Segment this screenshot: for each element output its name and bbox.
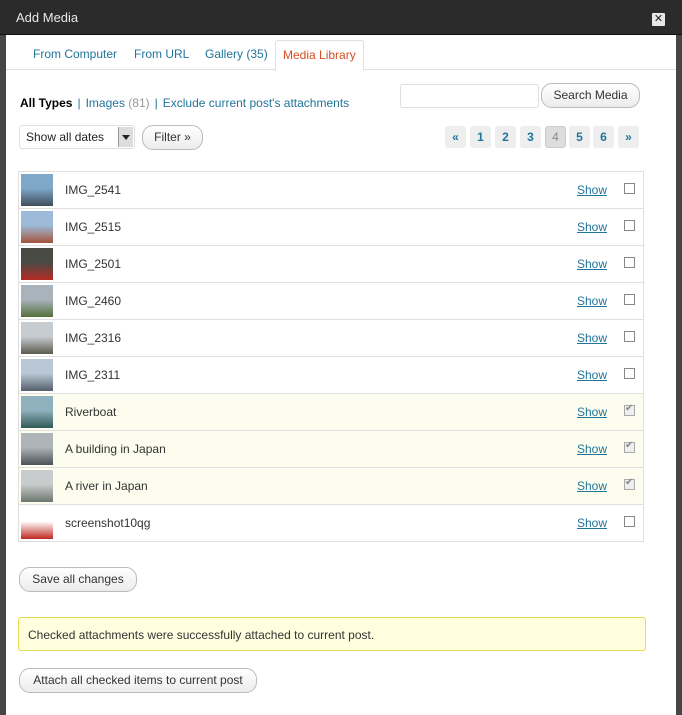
thumbnail-image[interactable]: [21, 470, 53, 502]
tab-from-url[interactable]: From URL: [127, 40, 196, 68]
media-title: IMG_2311: [65, 368, 121, 382]
media-row: Riverboat Show: [19, 394, 643, 431]
thumbnail-image[interactable]: [21, 507, 53, 539]
notice-text: Checked attachments were successfully at…: [28, 628, 375, 642]
attach-checkbox[interactable]: [624, 331, 635, 342]
tab-gallery[interactable]: Gallery (35): [198, 40, 275, 68]
tab-from-computer[interactable]: From Computer: [26, 40, 124, 68]
media-row: IMG_2515 Show: [19, 209, 643, 246]
media-title: IMG_2515: [65, 220, 122, 234]
page-6[interactable]: 6: [593, 126, 614, 148]
media-row: IMG_2501 Show: [19, 246, 643, 283]
dialog-title: Add Media: [16, 10, 79, 25]
media-title: A building in Japan: [65, 442, 166, 456]
filter-button[interactable]: Filter »: [142, 125, 203, 150]
attach-checkbox[interactable]: [624, 477, 635, 490]
attach-checkbox[interactable]: [624, 294, 635, 305]
attach-checkbox[interactable]: [624, 403, 635, 416]
media-row: screenshot10qg Show: [19, 505, 643, 542]
search-input[interactable]: [400, 84, 539, 108]
show-link[interactable]: Show: [577, 331, 607, 345]
media-row: A river in Japan Show: [19, 468, 643, 505]
success-notice: Checked attachments were successfully at…: [18, 617, 646, 651]
page-first[interactable]: «: [445, 126, 466, 148]
page-last[interactable]: »: [618, 126, 639, 148]
media-dialog: Add Media ✕ From Computer From URL Galle…: [0, 0, 682, 715]
media-title: IMG_2316: [65, 331, 122, 345]
dialog-body: From Computer From URL Gallery (35) Medi…: [6, 35, 676, 715]
filter-exclude-attachments[interactable]: Exclude current post's attachments: [163, 96, 349, 110]
show-link[interactable]: Show: [577, 257, 607, 271]
save-all-changes-button[interactable]: Save all changes: [19, 567, 137, 592]
show-link[interactable]: Show: [577, 442, 607, 456]
attach-checked-button[interactable]: Attach all checked items to current post: [19, 668, 257, 693]
show-link[interactable]: Show: [577, 516, 607, 530]
media-title: A river in Japan: [65, 479, 148, 493]
media-row: IMG_2460 Show: [19, 283, 643, 320]
media-row: IMG_2311 Show: [19, 357, 643, 394]
attach-checkbox[interactable]: [624, 440, 635, 453]
thumbnail-image[interactable]: [21, 396, 53, 428]
attach-checkbox[interactable]: [624, 257, 635, 268]
thumbnail-image[interactable]: [21, 211, 53, 243]
thumbnail-image[interactable]: [21, 248, 53, 280]
page-1[interactable]: 1: [470, 126, 491, 148]
show-link[interactable]: Show: [577, 405, 607, 419]
filter-images[interactable]: Images (81): [86, 96, 150, 110]
media-row: IMG_2541 Show: [19, 172, 643, 209]
close-icon[interactable]: ✕: [652, 13, 665, 26]
filter-images-count: (81): [128, 96, 150, 110]
show-link[interactable]: Show: [577, 479, 607, 493]
attach-checkbox[interactable]: [624, 183, 635, 194]
date-select[interactable]: Show all dates: [19, 125, 135, 149]
media-row: A building in Japan Show: [19, 431, 643, 468]
thumbnail-image[interactable]: [21, 359, 53, 391]
tab-bar: From Computer From URL Gallery (35) Medi…: [6, 35, 676, 71]
media-title: IMG_2460: [65, 294, 122, 308]
dialog-titlebar: Add Media ✕: [0, 0, 682, 35]
tab-media-library[interactable]: Media Library: [275, 40, 364, 71]
media-row: IMG_2316 Show: [19, 320, 643, 357]
attach-checkbox[interactable]: [624, 368, 635, 379]
show-link[interactable]: Show: [577, 183, 607, 197]
date-select-value: Show all dates: [26, 130, 105, 144]
page-5[interactable]: 5: [569, 126, 590, 148]
media-title: IMG_2501: [65, 257, 122, 271]
filter-images-label: Images: [85, 96, 125, 110]
show-link[interactable]: Show: [577, 294, 607, 308]
page-3[interactable]: 3: [520, 126, 541, 148]
filter-all-types[interactable]: All Types: [20, 96, 72, 110]
page-4-current: 4: [545, 126, 566, 148]
media-title: IMG_2541: [65, 183, 122, 197]
attach-checkbox[interactable]: [624, 220, 635, 231]
attach-checkbox[interactable]: [624, 516, 635, 527]
filter-separator: |: [154, 96, 158, 110]
show-link[interactable]: Show: [577, 220, 607, 234]
show-link[interactable]: Show: [577, 368, 607, 382]
thumbnail-image[interactable]: [21, 285, 53, 317]
search-media-button[interactable]: Search Media: [541, 83, 640, 108]
chevron-down-icon[interactable]: [118, 127, 133, 147]
thumbnail-image[interactable]: [21, 174, 53, 206]
media-list: IMG_2541 Show IMG_2515 Show IMG_2501 Show IMG_…: [18, 171, 644, 542]
media-title: Riverboat: [65, 405, 117, 419]
thumbnail-image[interactable]: [21, 322, 53, 354]
filter-separator: |: [77, 96, 81, 110]
thumbnail-image[interactable]: [21, 433, 53, 465]
page-2[interactable]: 2: [495, 126, 516, 148]
type-filter-links: All Types | Images (81) | Exclude current po…: [20, 96, 349, 110]
media-title: screenshot10qg: [65, 516, 151, 530]
